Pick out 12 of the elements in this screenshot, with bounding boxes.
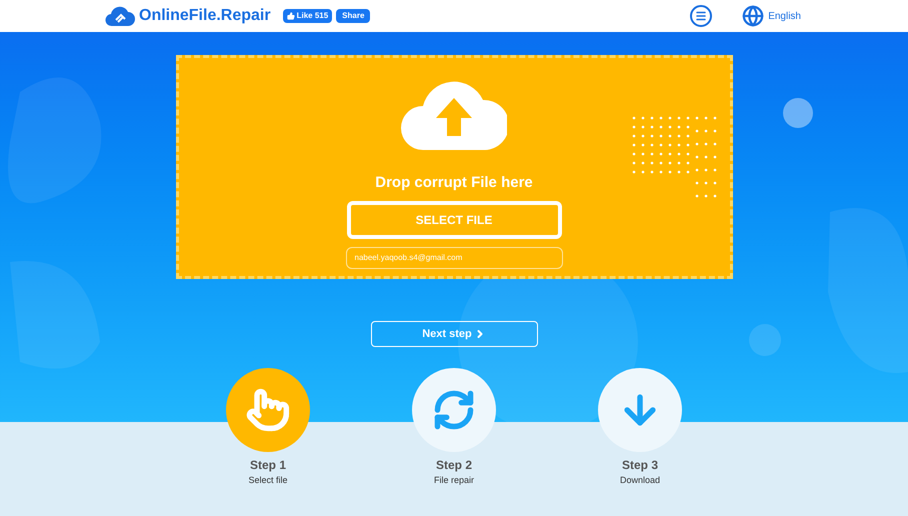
- step-caption: Select file: [248, 474, 288, 487]
- step-title: Step 2: [436, 457, 472, 474]
- step-title: Step 3: [622, 457, 658, 474]
- step-caption: File repair: [434, 474, 474, 487]
- step-caption: Download: [620, 474, 660, 487]
- like-button[interactable]: Like 515: [282, 9, 332, 23]
- share-button[interactable]: Share: [336, 9, 370, 23]
- next-step-button[interactable]: Next step: [370, 321, 538, 347]
- logo-text[interactable]: OnlineFile.Repair: [139, 4, 271, 28]
- language-link[interactable]: English: [768, 8, 801, 24]
- drop-title: Drop corrupt File here: [375, 173, 533, 193]
- step-title: Step 1: [250, 457, 286, 474]
